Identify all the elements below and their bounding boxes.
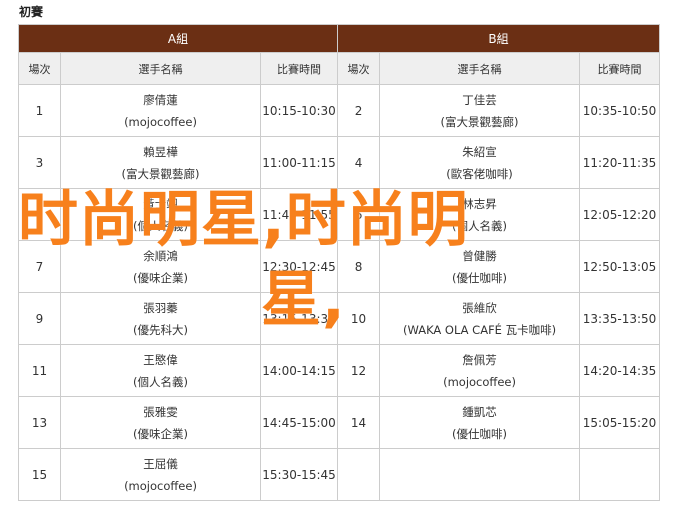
- table-row: 1 廖倩蓮 (mojocoffee) 10:15-10:30 2 丁佳芸 (富大景觀藝廊) 1…: [18, 84, 661, 137]
- player-cell: 張維欣 (WAKA OLA CAFÉ 瓦卡咖啡): [379, 292, 581, 345]
- player-name: 余順鴻: [143, 248, 178, 263]
- player-name: 林志昇: [462, 196, 497, 211]
- player-affiliation: (mojocoffee): [443, 374, 516, 389]
- player-name: 王屈儀: [143, 456, 178, 471]
- player-affiliation: (優仕咖啡): [452, 426, 508, 441]
- time-cell: 15:05-15:20: [579, 396, 661, 449]
- round-cell: 11: [18, 344, 61, 397]
- table-row: 13 張雅雯 (優味企業) 14:45-15:00 14 鍾凱芯 (優仕咖啡) 15:05-1…: [18, 396, 661, 449]
- table-row: 3 賴昱樺 (富大景觀藝廊) 11:00-11:15 4 朱紹宣 (歐客佬咖啡) 11:20-…: [18, 136, 661, 189]
- round-cell: 8: [337, 240, 381, 293]
- round-cell: 6: [337, 188, 381, 241]
- round-cell: 4: [337, 136, 381, 189]
- round-cell: 12: [337, 344, 381, 397]
- player-name: 張維欣: [462, 300, 497, 315]
- player-affiliation: (個人名義): [452, 218, 508, 233]
- player-affiliation: (個人名義): [133, 374, 188, 389]
- a-players-header: 選手名稱: [60, 52, 261, 85]
- time-cell: 12:05-12:20: [579, 188, 661, 241]
- player-affiliation: (優味企業): [133, 426, 188, 441]
- player-name: 賴昱樺: [143, 144, 178, 159]
- round-cell: 10: [337, 292, 381, 345]
- round-cell: 14: [337, 396, 381, 449]
- player-cell: 詹佩芳 (mojocoffee): [379, 344, 581, 397]
- schedule-table: A組 B組 場次 選手名稱 比賽時間 場次 選手名稱 比賽時間 1 廖倩蓮 (moj…: [17, 24, 661, 501]
- page-heading: 初賽: [19, 5, 44, 19]
- player-name: 朱紹宣: [462, 144, 497, 159]
- group-header-row: A組 B組: [17, 24, 661, 53]
- time-cell: 12:30-12:45: [259, 240, 339, 293]
- time-cell: 11:00-11:15: [259, 136, 339, 189]
- time-cell: 14:00-14:15: [259, 344, 339, 397]
- column-header-row: 場次 選手名稱 比賽時間 場次 選手名稱 比賽時間: [18, 52, 661, 85]
- player-name: 丁佳芸: [462, 92, 497, 107]
- b-round-header: 場次: [337, 52, 381, 85]
- b-players-header: 選手名稱: [379, 52, 581, 85]
- player-cell: 賴昱樺 (富大景觀藝廊): [60, 136, 261, 189]
- player-affiliation: (優味企業): [133, 270, 188, 285]
- player-name: 王愍偉: [143, 352, 178, 367]
- player-affiliation: (個人名義): [133, 218, 188, 233]
- player-name: 黃士翊: [143, 196, 178, 211]
- player-cell: 王愍偉 (個人名義): [60, 344, 261, 397]
- player-cell: 張雅雯 (優味企業): [60, 396, 261, 449]
- time-cell: 14:45-15:00: [259, 396, 339, 449]
- player-name: 詹佩芳: [462, 352, 497, 367]
- player-cell: 黃士翊 (個人名義): [60, 188, 261, 241]
- round-cell: 15: [18, 448, 61, 501]
- time-cell: 11:40-11:55: [259, 188, 339, 241]
- table-row: 7 余順鴻 (優味企業) 12:30-12:45 8 曾健勝 (優仕咖啡) 12:50-13:…: [18, 240, 661, 293]
- time-cell: 13:15-13:30: [259, 292, 339, 345]
- time-cell: 15:30-15:45: [259, 448, 339, 501]
- player-name: 廖倩蓮: [143, 92, 178, 107]
- player-affiliation: (mojocoffee): [124, 114, 197, 129]
- table-row: 5 黃士翊 (個人名義) 11:40-11:55 6 林志昇 (個人名義) 12:05-12:…: [18, 188, 661, 241]
- player-affiliation: (WAKA OLA CAFÉ 瓦卡咖啡): [402, 322, 557, 337]
- round-cell: 3: [18, 136, 61, 189]
- player-name: 張羽蓁: [143, 300, 178, 315]
- round-cell: [337, 448, 381, 501]
- time-cell: 13:35-13:50: [579, 292, 661, 345]
- player-affiliation: (優先科大): [133, 322, 188, 337]
- player-cell: 曾健勝 (優仕咖啡): [379, 240, 581, 293]
- player-cell: 朱紹宣 (歐客佬咖啡): [379, 136, 581, 189]
- table-row: 9 張羽蓁 (優先科大) 13:15-13:30 10 張維欣 (WAKA OLA CAFÉ…: [18, 292, 661, 345]
- time-cell: 14:20-14:35: [579, 344, 661, 397]
- player-affiliation: (富大景觀藝廊): [121, 166, 200, 181]
- player-affiliation: (mojocoffee): [124, 478, 197, 493]
- player-cell: 丁佳芸 (富大景觀藝廊): [379, 84, 581, 137]
- time-cell: 10:35-10:50: [579, 84, 661, 137]
- round-cell: 13: [18, 396, 61, 449]
- b-time-header: 比賽時間: [579, 52, 661, 85]
- round-cell: 9: [18, 292, 61, 345]
- time-cell: 10:15-10:30: [259, 84, 339, 137]
- a-round-header: 場次: [18, 52, 61, 85]
- time-cell: 11:20-11:35: [579, 136, 661, 189]
- player-affiliation: (歐客佬咖啡): [446, 166, 513, 181]
- player-name: 張雅雯: [143, 404, 178, 419]
- player-cell: 林志昇 (個人名義): [379, 188, 581, 241]
- table-row: 11 王愍偉 (個人名義) 14:00-14:15 12 詹佩芳 (mojocoffee) 1…: [18, 344, 661, 397]
- player-cell: 王屈儀 (mojocoffee): [60, 448, 261, 501]
- time-cell: 12:50-13:05: [579, 240, 661, 293]
- player-cell: 張羽蓁 (優先科大): [60, 292, 261, 345]
- round-cell: 1: [18, 84, 61, 137]
- time-cell: [579, 448, 661, 501]
- player-affiliation: (富大景觀藝廊): [440, 114, 519, 129]
- player-cell: 鍾凱芯 (優仕咖啡): [379, 396, 581, 449]
- round-cell: 7: [18, 240, 61, 293]
- player-name: 曾健勝: [462, 248, 497, 263]
- player-name: 鍾凱芯: [462, 404, 497, 419]
- round-cell: 2: [337, 84, 381, 137]
- round-cell: 5: [18, 188, 61, 241]
- a-time-header: 比賽時間: [259, 52, 339, 85]
- player-cell: 余順鴻 (優味企業): [60, 240, 261, 293]
- group-a-header: A組: [17, 24, 339, 53]
- group-b-header: B組: [337, 24, 661, 53]
- player-cell: 廖倩蓮 (mojocoffee): [60, 84, 261, 137]
- table-row: 15 王屈儀 (mojocoffee) 15:30-15:45: [18, 448, 661, 501]
- player-cell: [379, 448, 581, 501]
- player-affiliation: (優仕咖啡): [452, 270, 508, 285]
